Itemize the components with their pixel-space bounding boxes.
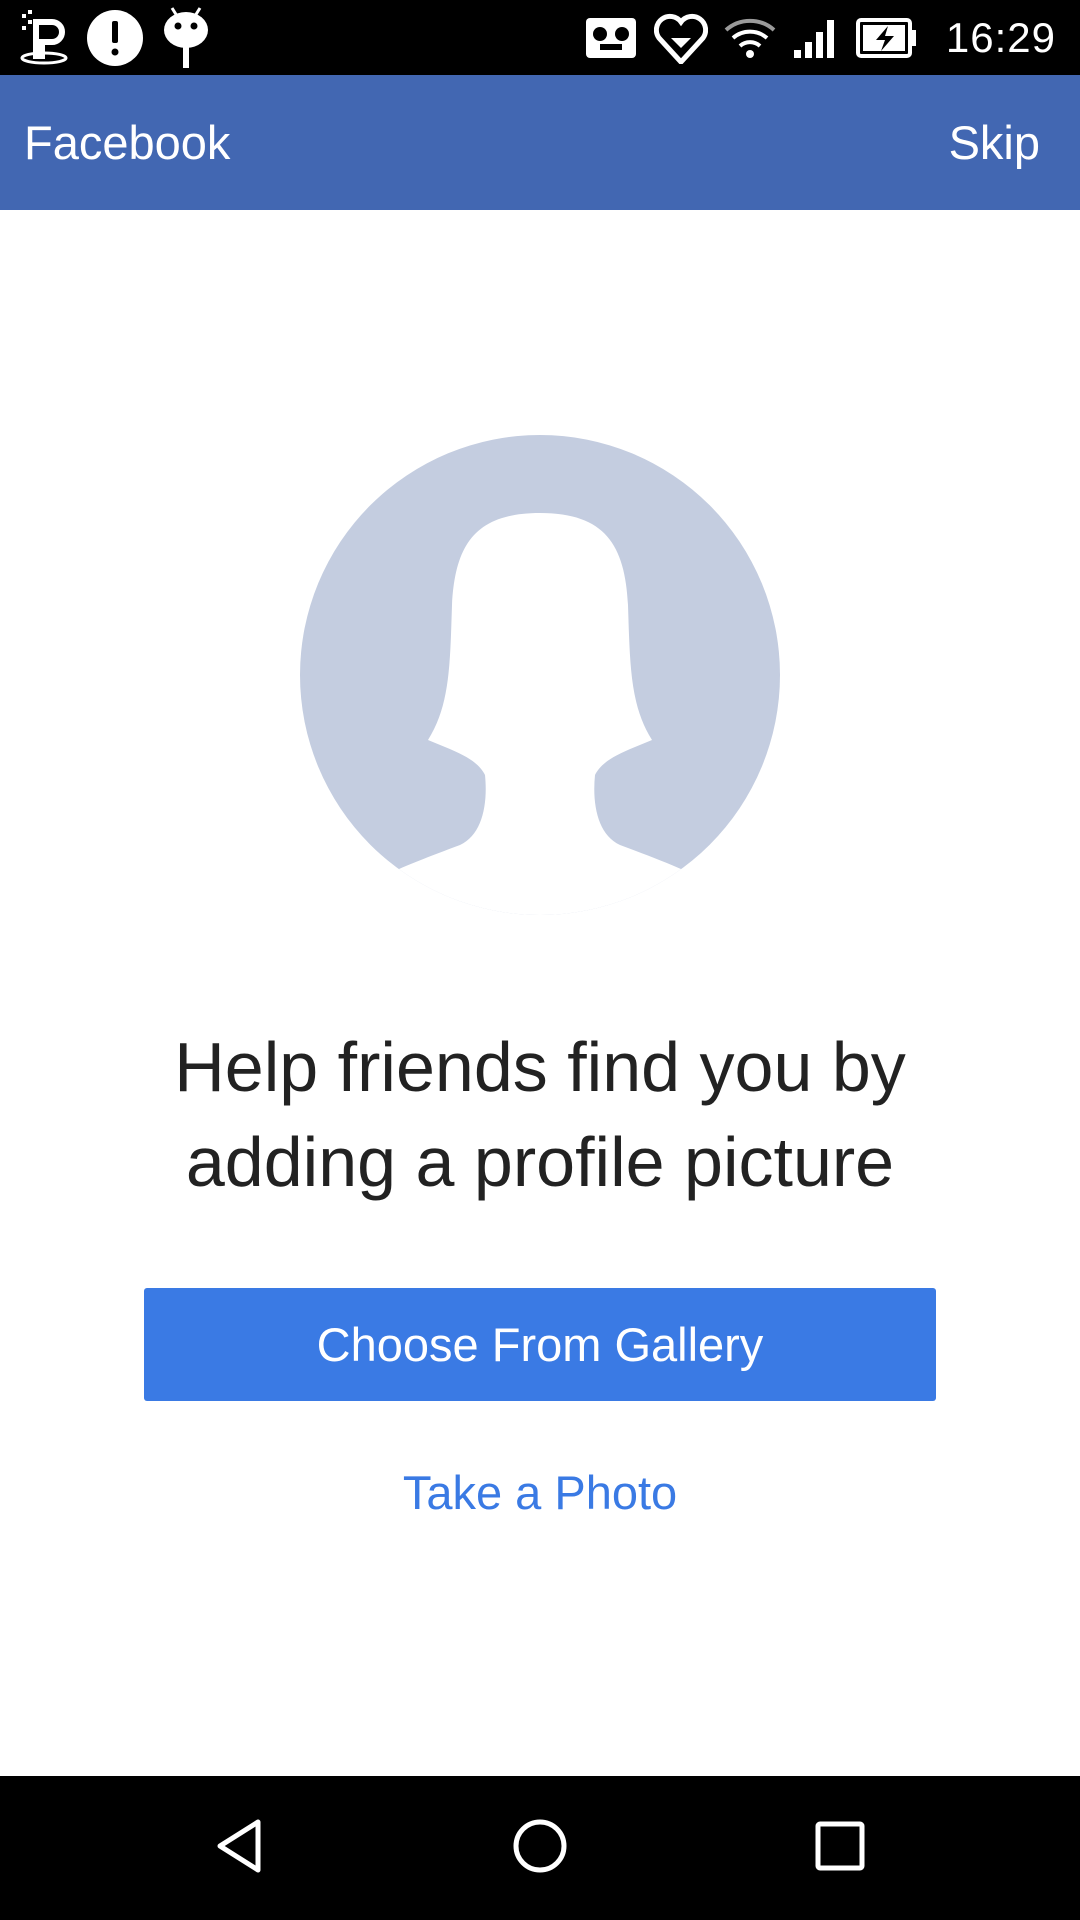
- skip-button[interactable]: Skip: [949, 75, 1040, 210]
- heart-shield-icon: [653, 12, 708, 64]
- wifi-icon: [724, 16, 776, 60]
- app-title: Facebook: [24, 116, 231, 169]
- recents-icon: [810, 1816, 870, 1881]
- home-icon: [510, 1816, 570, 1881]
- status-time: 16:29: [945, 13, 1056, 61]
- navigation-bar: [0, 1776, 1080, 1920]
- take-a-photo-link[interactable]: Take a Photo: [0, 1465, 1080, 1520]
- app-bar: Facebook Skip: [0, 75, 1080, 210]
- status-right-icons: 16:29: [584, 0, 1056, 75]
- headline: Help friends find you by adding a profil…: [0, 1020, 1080, 1210]
- alert-icon: [86, 9, 144, 67]
- recents-button[interactable]: [770, 1776, 910, 1920]
- profile-placeholder-icon: [300, 435, 780, 915]
- headline-line-1: Help friends find you by: [174, 1028, 906, 1106]
- status-bar: 16:29: [0, 0, 1080, 75]
- status-left-icons: [20, 0, 210, 75]
- back-button[interactable]: [170, 1776, 310, 1920]
- voicemail-icon: [584, 16, 638, 60]
- back-icon: [210, 1816, 270, 1881]
- signal-icon: [792, 16, 840, 60]
- headline-line-2: adding a profile picture: [185, 1123, 895, 1201]
- profile-picture-prompt: Help friends find you by adding a profil…: [0, 210, 1080, 1776]
- notification-p-icon: [20, 9, 68, 66]
- battery-charging-icon: [855, 17, 918, 58]
- android-icon: [162, 6, 210, 70]
- home-button[interactable]: [470, 1776, 610, 1920]
- choose-from-gallery-button[interactable]: Choose From Gallery: [144, 1288, 936, 1401]
